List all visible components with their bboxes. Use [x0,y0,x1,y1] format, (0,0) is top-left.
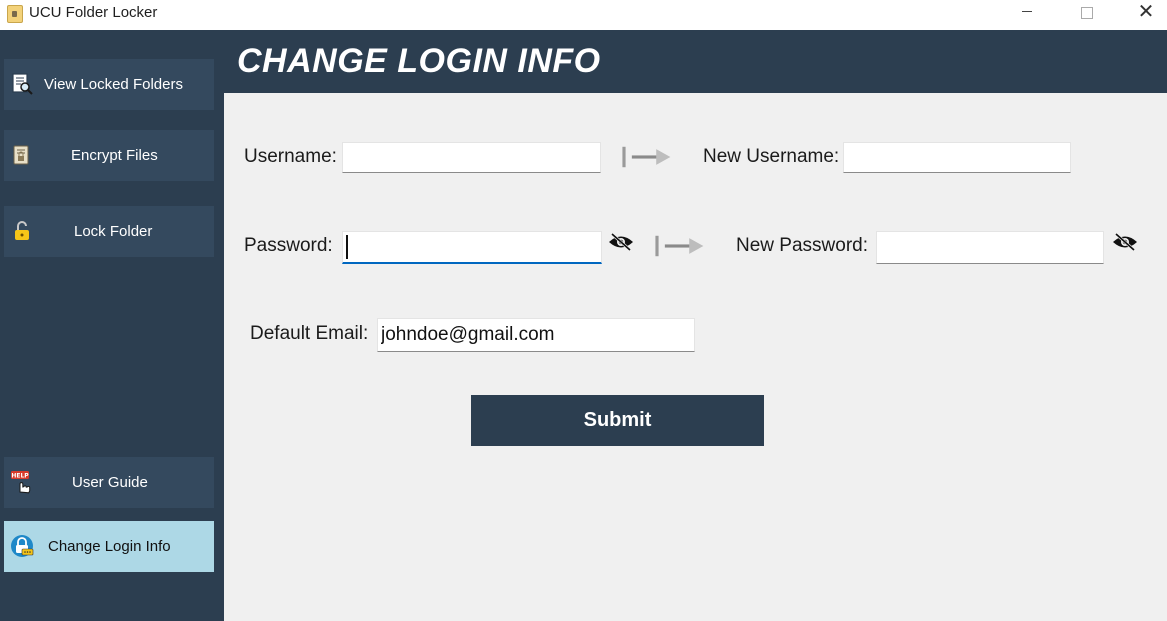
padlock-icon [15,221,29,240]
new-password-input[interactable] [876,231,1104,264]
default-email-input[interactable] [377,318,695,352]
app-lock-icon [7,5,23,23]
minimize-button[interactable] [1004,0,1050,30]
default-email-label: Default Email: [250,323,369,344]
sidebar: View Locked Folders Encrypt Files Lock F… [0,30,224,621]
sidebar-item-label: User Guide [72,474,148,491]
title-bar: UCU Folder Locker ✕ [0,0,1167,30]
maximize-icon [1081,7,1093,19]
eye-slash-icon[interactable] [608,233,634,251]
sidebar-item-user-guide[interactable]: HELP User Guide [4,457,214,508]
username-input[interactable] [342,142,601,173]
window-title: UCU Folder Locker [29,4,158,21]
new-username-input[interactable] [843,142,1071,173]
new-username-label: New Username: [703,146,840,167]
sidebar-item-label: View Locked Folders [44,76,183,93]
lock-user-icon [11,535,34,557]
text-cursor [346,235,348,259]
close-button[interactable]: ✕ [1123,0,1167,26]
arrow-right-icon [622,146,671,168]
password-input[interactable] [342,231,602,264]
search-document-icon [12,73,33,95]
new-password-label: New Password: [736,235,868,256]
sidebar-item-lock-folder[interactable]: Lock Folder [4,206,214,257]
close-icon: ✕ [1137,0,1155,23]
encrypted-file-icon [13,145,29,165]
page-title: CHANGE LOGIN INFO [237,42,601,80]
svg-text:HELP: HELP [11,473,29,480]
page-header: CHANGE LOGIN INFO [224,30,1167,93]
password-label: Password: [244,235,333,256]
arrow-right-icon [655,235,704,257]
maximize-button[interactable] [1064,0,1110,30]
sidebar-item-view-locked-folders[interactable]: View Locked Folders [4,59,214,110]
minimize-icon [1022,10,1032,12]
help-hand-icon: HELP [11,471,31,494]
sidebar-item-encrypt-files[interactable]: Encrypt Files [4,130,214,181]
sidebar-item-label: Encrypt Files [71,147,158,164]
username-label: Username: [244,146,337,167]
sidebar-item-change-login-info[interactable]: Change Login Info [4,521,214,572]
submit-button[interactable]: Submit [471,395,764,446]
sidebar-item-label: Lock Folder [74,223,153,240]
eye-slash-icon[interactable] [1112,233,1138,251]
sidebar-item-label: Change Login Info [48,538,171,555]
